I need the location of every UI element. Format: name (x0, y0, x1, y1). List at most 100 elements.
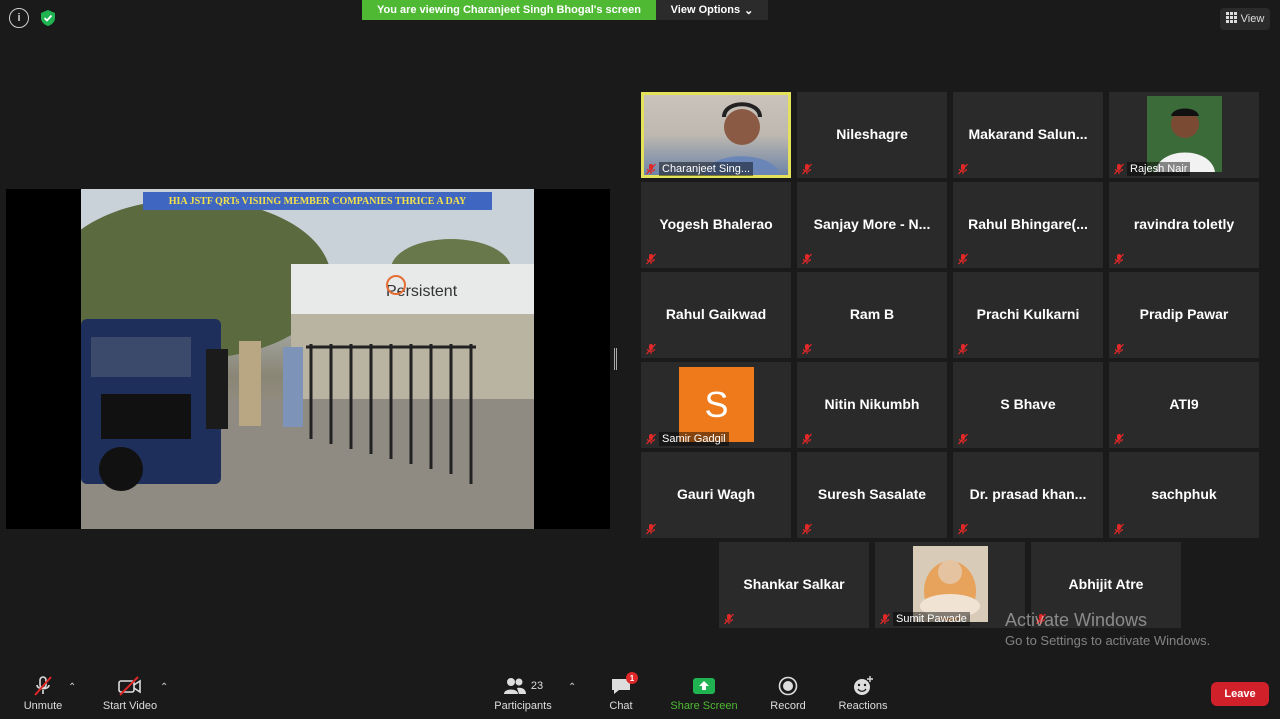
microphone-muted-icon (645, 522, 657, 535)
participant-name: Rahul Bhingare(... (968, 216, 1088, 232)
chat-button[interactable]: Chat 1 (604, 672, 638, 712)
participant-tile[interactable]: Prachi Kulkarni (953, 272, 1103, 358)
microphone-muted-icon (801, 162, 813, 175)
participants-label: Participants (494, 700, 552, 712)
participant-name: Nileshagre (836, 126, 908, 142)
participant-tile[interactable]: S Samir Gadgil (641, 362, 791, 448)
participant-tile[interactable]: Rahul Gaikwad (641, 272, 791, 358)
participant-tile[interactable]: Sanjay More - N... (797, 182, 947, 268)
viewing-screen-banner: You are viewing Charanjeet Singh Bhogal'… (362, 0, 656, 20)
view-button[interactable]: View (1220, 8, 1270, 30)
view-options-button[interactable]: View Options ⌄ (656, 0, 768, 20)
participants-icon: 23 (492, 674, 554, 698)
encryption-shield-icon[interactable] (38, 8, 58, 28)
smiley-plus-icon (836, 674, 890, 698)
participant-name: Prachi Kulkarni (976, 306, 1080, 322)
start-video-label: Start Video (102, 700, 158, 712)
participant-name-label: Rajesh Nair (1127, 162, 1191, 176)
shared-screen[interactable]: Persistent HIA JSTF QRTs VISIING MEMBER … (6, 189, 610, 529)
participant-tile[interactable]: Makarand Salun... (953, 92, 1103, 178)
participant-tile[interactable]: ravindra toletly (1109, 182, 1259, 268)
participant-name: sachphuk (1151, 486, 1217, 502)
leave-button[interactable]: Leave (1211, 682, 1269, 706)
profile-photo (913, 546, 988, 622)
microphone-muted-icon (1113, 342, 1125, 355)
svg-text:Persistent: Persistent (386, 283, 458, 300)
split-view-handle[interactable] (614, 348, 617, 370)
participants-button[interactable]: 23 Participants (492, 674, 554, 712)
microphone-muted-icon (18, 674, 68, 698)
chevron-down-icon: ⌄ (744, 4, 754, 17)
microphone-muted-icon (723, 612, 735, 625)
participant-tile[interactable]: ATI9 (1109, 362, 1259, 448)
view-label: View (1240, 13, 1265, 25)
activate-windows-watermark: Activate Windows (1005, 610, 1148, 630)
grid-icon (1225, 12, 1237, 26)
participant-tile[interactable]: Suresh Sasalate (797, 452, 947, 538)
participant-name-label: Samir Gadgil (659, 432, 729, 446)
participant-tile[interactable]: Yogesh Bhalerao (641, 182, 791, 268)
slide-caption: HIA JSTF QRTs VISIING MEMBER COMPANIES T… (143, 192, 492, 210)
participant-name: Nitin Nikumbh (824, 396, 920, 412)
record-icon (768, 674, 808, 698)
microphone-muted-icon (1113, 432, 1125, 445)
participant-name: Rahul Gaikwad (665, 306, 767, 322)
shared-slide-photo: Persistent HIA JSTF QRTs VISIING MEMBER … (81, 189, 534, 529)
start-video-button[interactable]: Start Video (100, 674, 160, 712)
participant-name: ravindra toletly (1133, 216, 1235, 232)
microphone-muted-icon (957, 162, 969, 175)
profile-photo (1147, 96, 1222, 172)
share-screen-label: Share Screen (670, 700, 738, 712)
unmute-button[interactable]: Unmute (18, 674, 68, 712)
microphone-muted-icon (879, 612, 891, 625)
info-icon[interactable]: i (9, 8, 29, 28)
participant-tile[interactable]: Pradip Pawar (1109, 272, 1259, 358)
chat-label: Chat (609, 700, 633, 712)
participant-tile[interactable]: Dr. prasad khan... (953, 452, 1103, 538)
microphone-muted-icon (801, 252, 813, 265)
participant-tile[interactable]: Nitin Nikumbh (797, 362, 947, 448)
microphone-muted-icon (645, 162, 657, 175)
participant-tile[interactable]: Sumit Pawade (875, 542, 1025, 628)
participant-name: Sanjay More - N... (813, 216, 931, 232)
microphone-muted-icon (957, 252, 969, 265)
active-speaker-tile[interactable]: Charanjeet Sing... (641, 92, 791, 178)
record-label: Record (770, 700, 806, 712)
participant-tile[interactable]: sachphuk (1109, 452, 1259, 538)
video-options-caret-icon[interactable]: ⌃ (160, 682, 168, 693)
reactions-button[interactable]: Reactions (836, 674, 890, 712)
participant-name: Pradip Pawar (1139, 306, 1229, 322)
microphone-muted-icon (801, 342, 813, 355)
avatar: S (679, 367, 754, 442)
participant-name: Dr. prasad khan... (969, 486, 1087, 502)
record-button[interactable]: Record (768, 674, 808, 712)
activate-windows-subtitle: Go to Settings to activate Windows. (1005, 633, 1211, 648)
participants-caret-icon[interactable]: ⌃ (568, 682, 576, 693)
share-screen-button[interactable]: Share Screen (670, 674, 738, 712)
microphone-muted-icon (957, 342, 969, 355)
participant-tile[interactable]: Gauri Wagh (641, 452, 791, 538)
participant-name: Ram B (849, 306, 895, 322)
participant-tile[interactable]: Ram B (797, 272, 947, 358)
participant-tile[interactable]: S Bhave (953, 362, 1103, 448)
participant-name: S Bhave (1000, 396, 1056, 412)
microphone-muted-icon (1113, 162, 1125, 175)
participant-name-label: Charanjeet Sing... (659, 162, 754, 176)
chat-unread-badge: 1 (626, 672, 638, 684)
participant-tile[interactable]: Shankar Salkar (719, 542, 869, 628)
audio-options-caret-icon[interactable]: ⌃ (68, 682, 76, 693)
participant-name: Abhijit Atre (1068, 576, 1144, 592)
microphone-muted-icon (1113, 252, 1125, 265)
view-options-label: View Options (670, 4, 741, 16)
participant-tile[interactable]: Nileshagre (797, 92, 947, 178)
microphone-muted-icon (1113, 522, 1125, 535)
participant-name: ATI9 (1169, 396, 1199, 412)
participant-tile[interactable]: Rahul Bhingare(... (953, 182, 1103, 268)
microphone-muted-icon (801, 522, 813, 535)
participant-name: Shankar Salkar (743, 576, 845, 592)
participant-name: Yogesh Bhalerao (659, 216, 773, 232)
microphone-muted-icon (645, 252, 657, 265)
participant-tile[interactable]: Rajesh Nair (1109, 92, 1259, 178)
reactions-label: Reactions (838, 700, 888, 712)
camera-off-icon (100, 674, 160, 698)
